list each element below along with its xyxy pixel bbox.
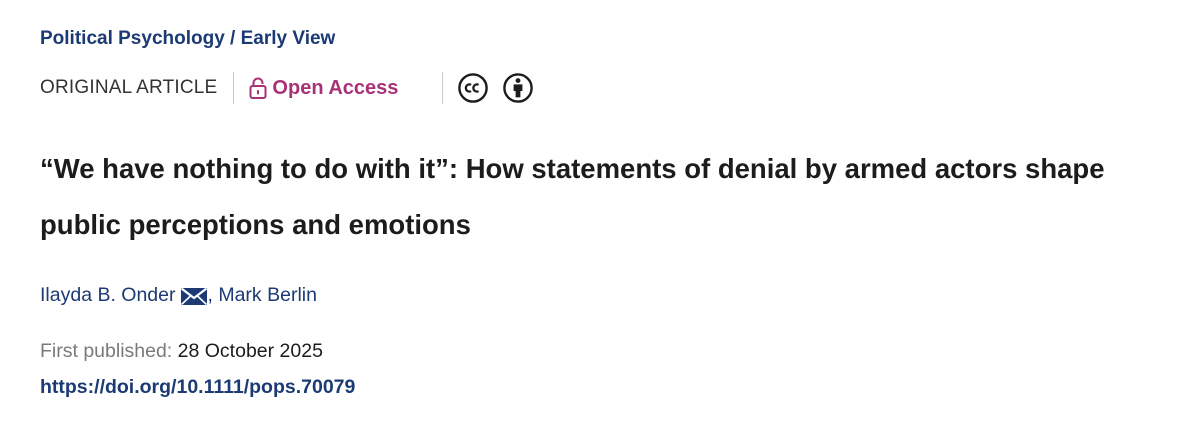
envelope-icon[interactable] bbox=[180, 286, 208, 306]
article-type-label: ORIGINAL ARTICLE bbox=[40, 77, 218, 98]
open-access-label: Open Access bbox=[272, 76, 399, 99]
open-access-badge: Open Access bbox=[249, 77, 398, 100]
doi-link[interactable]: https://doi.org/10.1111/pops.70079 bbox=[40, 376, 355, 399]
divider bbox=[442, 72, 444, 104]
article-meta-row: ORIGINAL ARTICLE Open Access bbox=[40, 70, 547, 106]
author-link-2[interactable]: Mark Berlin bbox=[218, 284, 317, 307]
publication-info: First published: 28 October 2025 bbox=[40, 340, 323, 363]
open-lock-icon bbox=[249, 77, 267, 99]
published-date: 28 October 2025 bbox=[177, 340, 323, 362]
journal-name-link[interactable]: Political Psychology bbox=[40, 28, 225, 49]
creative-commons-icon[interactable] bbox=[457, 72, 489, 104]
journal-breadcrumb: Political Psychology / Early View bbox=[40, 26, 335, 52]
divider bbox=[233, 72, 235, 104]
author-link-1[interactable]: Ilayda B. Onder bbox=[40, 284, 176, 307]
license-icons bbox=[457, 72, 547, 104]
first-published-label: First published: bbox=[40, 340, 173, 362]
article-title: “We have nothing to do with it”: How sta… bbox=[40, 153, 1105, 240]
early-view-link[interactable]: Early View bbox=[241, 28, 336, 49]
author-list: Ilayda B. Onder , Mark Berlin bbox=[40, 284, 317, 307]
author-separator: , bbox=[207, 284, 219, 306]
breadcrumb-separator: / bbox=[224, 28, 241, 49]
attribution-icon[interactable] bbox=[502, 72, 534, 104]
